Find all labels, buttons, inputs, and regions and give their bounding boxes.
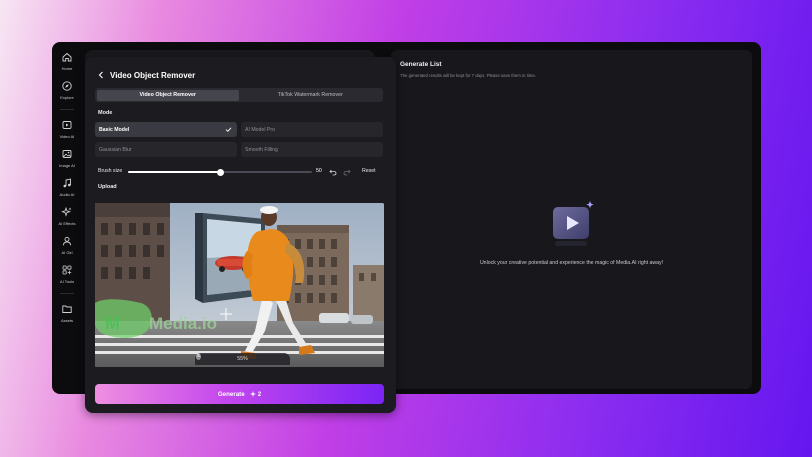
folder-icon <box>62 305 72 313</box>
sidebar-item-ai-girl[interactable]: AI Girl <box>52 235 82 255</box>
sidebar-item-audio-ai[interactable]: Audio AI <box>52 177 82 197</box>
page-title: Video Object Remover <box>110 70 196 80</box>
home-icon <box>62 52 72 62</box>
reset-button[interactable]: Reset <box>362 168 376 174</box>
undo-icon[interactable] <box>329 168 337 176</box>
sidebar: Home Explore Video AI Image AI Audio AI … <box>52 42 82 394</box>
credit-sparkle-icon <box>249 391 256 397</box>
tab-tiktok-watermark-remover[interactable]: TikTok Watermark Remover <box>239 90 382 101</box>
mode-option-label: Basic Model <box>99 126 130 133</box>
object-remover-panel: Video Object Remover Video Object Remove… <box>85 57 396 413</box>
sidebar-item-label: Video AI <box>59 134 75 139</box>
sidebar-item-home[interactable]: Home <box>52 51 82 71</box>
empty-state-message: Unlock your creative potential and exper… <box>479 260 664 266</box>
brush-size-row: Brush size 50 Reset <box>98 167 384 177</box>
mode-option-gaussian-blur[interactable]: Gaussian Blur <box>95 142 237 157</box>
sidebar-item-label: Home <box>61 66 73 71</box>
watermark-text: Media.io <box>149 314 217 333</box>
canvas-toolbar: 55% <box>195 353 290 365</box>
sidebar-item-ai-effects[interactable]: AI Effects <box>52 206 82 226</box>
sidebar-divider <box>60 293 74 294</box>
generate-list-subtitle: The generated results will be kept for 7… <box>400 73 536 78</box>
sidebar-item-label: Assets <box>60 318 73 323</box>
trash-icon[interactable] <box>195 353 202 360</box>
brush-size-slider-fill <box>128 171 220 173</box>
brush-size-value: 50 <box>316 168 322 174</box>
compass-icon <box>62 81 72 91</box>
mode-option-label: Smooth Filling <box>245 146 278 153</box>
generate-credit-cost: 2 <box>257 390 262 398</box>
back-arrow-icon[interactable] <box>97 71 105 79</box>
image-icon <box>62 150 72 158</box>
generate-list-panel: Generate List The generated results will… <box>391 50 752 389</box>
sidebar-item-explore[interactable]: Explore <box>52 80 82 100</box>
music-note-icon <box>63 178 71 188</box>
mode-label: Mode <box>98 110 113 116</box>
check-icon <box>225 127 232 132</box>
mode-option-label: Gaussian Blur <box>99 146 132 153</box>
sparkles-icon <box>61 206 72 217</box>
user-icon <box>62 236 72 246</box>
generate-button[interactable]: Generate 2 <box>95 384 384 404</box>
redo-icon[interactable] <box>343 168 351 176</box>
panel-header: Video Object Remover <box>97 69 195 81</box>
video-frame-image: M Media.io <box>95 203 384 367</box>
sidebar-item-label: Audio AI <box>59 192 75 197</box>
sidebar-item-label: Explore <box>60 95 74 100</box>
sidebar-item-label: Image AI <box>59 163 75 168</box>
sidebar-item-assets[interactable]: Assets <box>52 303 82 323</box>
tab-video-object-remover[interactable]: Video Object Remover <box>96 89 239 101</box>
generate-button-label: Generate <box>217 390 245 398</box>
sidebar-item-label: AI Girl <box>61 250 73 255</box>
sidebar-item-video-ai[interactable]: Video AI <box>52 119 82 139</box>
tools-icon <box>62 265 72 275</box>
brush-size-label: Brush size <box>98 168 123 174</box>
video-icon <box>62 121 72 129</box>
video-preview-canvas[interactable]: M Media.io 55% <box>95 203 384 367</box>
generate-list-title: Generate List <box>400 61 442 68</box>
svg-text:M: M <box>105 313 120 333</box>
upload-label: Upload <box>98 184 117 190</box>
sidebar-item-ai-tools[interactable]: AI Tools <box>52 264 82 284</box>
mode-option-basic-model[interactable]: Basic Model <box>95 122 237 137</box>
sidebar-divider <box>60 109 74 110</box>
mode-option-label: AI Model Pro <box>245 126 275 133</box>
mode-option-ai-model-pro[interactable]: AI Model Pro <box>241 122 383 137</box>
brush-size-slider-thumb[interactable] <box>216 168 224 176</box>
sidebar-item-label: AI Effects <box>58 221 76 226</box>
mode-option-smooth-filling[interactable]: Smooth Filling <box>241 142 383 157</box>
video-play-icon <box>553 201 594 246</box>
sidebar-item-image-ai[interactable]: Image AI <box>52 148 82 168</box>
sidebar-item-label: AI Tools <box>59 279 75 284</box>
tool-tabs: Video Object Remover TikTok Watermark Re… <box>95 88 383 102</box>
zoom-level: 55% <box>237 356 248 362</box>
